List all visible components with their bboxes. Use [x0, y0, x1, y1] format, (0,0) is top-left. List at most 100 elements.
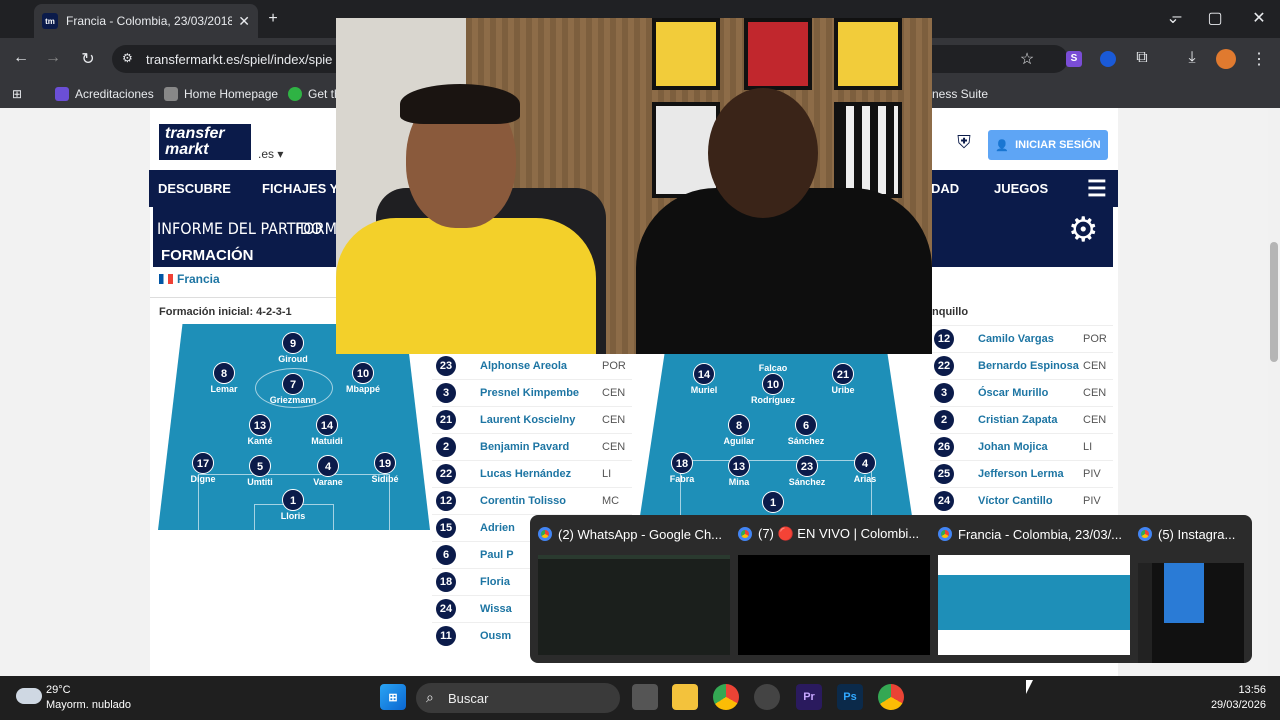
bench-row[interactable]: 21 Laurent Koscielny CEN [432, 406, 632, 433]
premiere-icon[interactable]: Pr [796, 684, 822, 710]
player-name[interactable]: Digne [190, 474, 215, 484]
player-number-badge[interactable]: 10 [762, 373, 784, 395]
preview-youtube[interactable]: (7) 🔴 EN VIVO | Colombi... [738, 523, 930, 663]
shield-icon[interactable]: ⛨ [952, 132, 976, 158]
app-icon[interactable] [754, 684, 780, 710]
bench-row[interactable]: 2 Cristian Zapata CEN [930, 406, 1113, 433]
player-number-badge[interactable]: 10 [352, 362, 374, 384]
player-name[interactable]: Falcao [759, 363, 788, 373]
player-number-badge[interactable]: 8 [213, 362, 235, 384]
new-tab-icon[interactable]: + [262, 10, 284, 28]
bookmark-home[interactable]: Home Homepage [164, 87, 278, 101]
player-number-badge[interactable]: 21 [832, 363, 854, 385]
bench-row[interactable]: 22 Lucas Hernández LI [432, 460, 632, 487]
player-number-badge[interactable]: 1 [762, 491, 784, 513]
bookmark-acreditaciones[interactable]: Acreditaciones [55, 87, 154, 101]
chrome-icon[interactable] [713, 684, 739, 710]
player-number-badge[interactable]: 8 [728, 414, 750, 436]
chrome-profile-icon[interactable] [878, 684, 904, 710]
preview-instagram[interactable]: (5) Instagra... [1138, 523, 1244, 663]
maximize-icon[interactable]: ▢ [1204, 8, 1226, 28]
back-icon[interactable]: ← [10, 49, 32, 67]
player-number-badge[interactable]: 7 [282, 373, 304, 395]
player-name[interactable]: Uribe [831, 385, 854, 395]
bench-row[interactable]: 26 Johan Mojica LI [930, 433, 1113, 460]
nav-item[interactable]: FICHAJES Y [262, 181, 338, 196]
nav-item[interactable]: DESCUBRE [158, 181, 231, 196]
player-name-link[interactable]: Bernardo Espinosa [978, 360, 1083, 372]
player-name[interactable]: Matuidi [311, 436, 343, 446]
player-number-badge[interactable]: 5 [249, 455, 271, 477]
player-name[interactable]: Sánchez [788, 436, 825, 446]
player-name-link[interactable]: Cristian Zapata [978, 414, 1083, 426]
player-number-badge[interactable]: 19 [374, 452, 396, 474]
player-name-link[interactable]: Lucas Hernández [480, 468, 602, 480]
player-number-badge[interactable]: 18 [671, 452, 693, 474]
player-name[interactable]: Griezmann [270, 395, 317, 405]
player-name[interactable]: Fabra [670, 474, 695, 484]
player-number-badge[interactable]: 23 [796, 455, 818, 477]
player-name-link[interactable]: Jefferson Lerma [978, 468, 1083, 480]
task-view-icon[interactable] [632, 684, 658, 710]
bookmark-business-suite[interactable]: ness Suite [932, 87, 988, 101]
player-number-badge[interactable]: 13 [728, 455, 750, 477]
reload-icon[interactable]: ↻ [77, 49, 99, 69]
extensions-icon[interactable]: ⧉ [1131, 49, 1153, 67]
player-name[interactable]: Mbappé [346, 384, 380, 394]
player-name-link[interactable]: Presnel Kimpembe [480, 387, 602, 399]
player-name[interactable]: Muriel [691, 385, 718, 395]
home-team-link[interactable]: Francia [159, 272, 220, 286]
close-window-icon[interactable]: ✕ [1248, 8, 1270, 28]
player-name[interactable]: Lloris [281, 511, 306, 521]
bench-row[interactable]: 3 Presnel Kimpembe CEN [432, 379, 632, 406]
bench-row[interactable]: 3 Óscar Murillo CEN [930, 379, 1113, 406]
player-number-badge[interactable]: 1 [282, 489, 304, 511]
site-logo[interactable]: transfer markt [159, 124, 251, 160]
bench-row[interactable]: 23 Alphonse Areola POR [432, 352, 632, 379]
player-name[interactable]: Aguilar [723, 436, 754, 446]
player-number-badge[interactable]: 13 [249, 414, 271, 436]
player-number-badge[interactable]: 14 [316, 414, 338, 436]
windows-start-icon[interactable]: ⊞ [380, 684, 406, 710]
bookmark-get[interactable]: Get th [288, 87, 341, 101]
preview-whatsapp[interactable]: (2) WhatsApp - Google Ch... [538, 523, 730, 663]
browser-tab[interactable]: tm Francia - Colombia, 23/03/2018 ✕ [34, 4, 258, 38]
photoshop-icon[interactable]: Ps [837, 684, 863, 710]
player-name[interactable]: Mina [729, 477, 750, 487]
player-name[interactable]: Giroud [278, 354, 308, 364]
player-name-link[interactable]: Óscar Murillo [978, 387, 1083, 399]
system-clock[interactable]: 13:56 29/03/2026 [1196, 683, 1266, 713]
preview-transfermarkt[interactable]: Francia - Colombia, 23/03/... [938, 523, 1130, 663]
player-name-link[interactable]: Alphonse Areola [480, 360, 602, 372]
nav-item[interactable]: DAD [931, 181, 959, 196]
player-name[interactable]: Lemar [210, 384, 237, 394]
weather-widget[interactable]: 29°C Mayorm. nublado [46, 683, 131, 713]
player-name[interactable]: Kanté [247, 436, 272, 446]
player-name[interactable]: Rodríguez [751, 395, 795, 405]
forward-icon[interactable]: → [42, 49, 64, 67]
player-name-link[interactable]: Laurent Koscielny [480, 414, 602, 426]
player-name[interactable]: Sánchez [789, 477, 826, 487]
player-number-badge[interactable]: 4 [854, 452, 876, 474]
player-number-badge[interactable]: 14 [693, 363, 715, 385]
apps-icon[interactable]: ⊞ [12, 87, 22, 101]
bench-row[interactable]: 25 Jefferson Lerma PIV [930, 460, 1113, 487]
extension-blue-icon[interactable] [1100, 51, 1116, 67]
player-name[interactable]: Umtiti [247, 477, 273, 487]
player-name[interactable]: Sidibé [371, 474, 398, 484]
player-number-badge[interactable]: 4 [317, 455, 339, 477]
bench-row[interactable]: 24 Víctor Cantillo PIV [930, 487, 1113, 514]
close-tab-icon[interactable]: ✕ [238, 13, 250, 30]
hamburger-icon[interactable]: ☰ [1087, 176, 1107, 202]
star-icon[interactable]: ☆ [1016, 49, 1038, 69]
site-info-icon[interactable]: ⚙ [122, 51, 133, 65]
player-name[interactable]: Arias [854, 474, 877, 484]
player-name-link[interactable]: Camilo Vargas [978, 333, 1083, 345]
player-name-link[interactable]: Corentin Tolisso [480, 495, 602, 507]
extension-s-icon[interactable]: S [1066, 51, 1082, 67]
bench-row[interactable]: 12 Corentin Tolisso MC [432, 487, 632, 514]
player-number-badge[interactable]: 9 [282, 332, 304, 354]
download-icon[interactable]: ⤓ [1181, 49, 1203, 67]
player-number-badge[interactable]: 6 [795, 414, 817, 436]
login-button[interactable]: 👤 INICIAR SESIÓN [988, 130, 1108, 160]
